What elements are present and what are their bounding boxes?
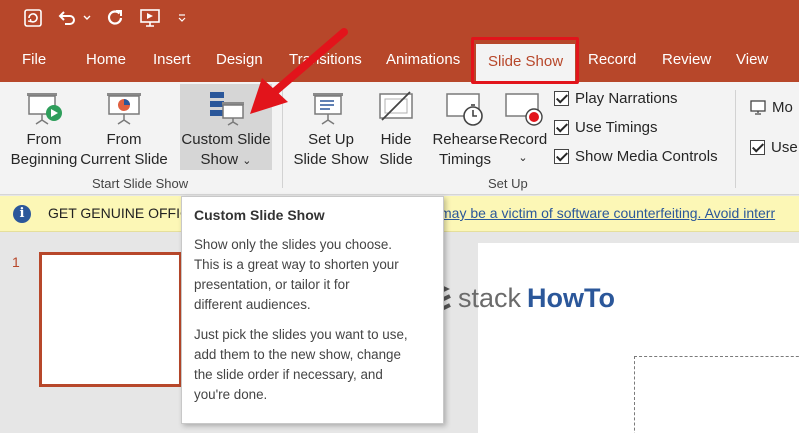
warning-message-link[interactable]: may be a victim of software counterfeiti… — [440, 205, 775, 221]
from-current-label-1: From — [106, 131, 142, 148]
set-up-group-label: Set Up — [488, 176, 528, 191]
use-presenter-view-label: Use — [771, 138, 798, 156]
from-beginning-icon — [27, 93, 62, 125]
custom-slide-show-label-2: Show ⌄ — [180, 150, 272, 171]
quick-access-toolbar — [0, 0, 799, 38]
hide-slide-label-1: Hide — [380, 131, 412, 148]
tooltip-line: different audiences. — [194, 297, 311, 312]
rehearse-timings-button[interactable]: Rehearse Timings — [432, 88, 498, 173]
from-current-slide-icon — [107, 93, 141, 125]
tooltip-paragraph-1: Show only the slides you choose. This is… — [194, 235, 431, 315]
set-up-label-2: Slide Show — [293, 151, 369, 168]
record-chevron-icon: ⌄ — [518, 152, 528, 164]
show-media-controls-checkbox[interactable]: Show Media Controls — [554, 145, 718, 167]
slide-show-tab-highlight — [471, 37, 579, 84]
hide-slide-button[interactable]: Hide Slide — [372, 88, 420, 173]
tab-insert[interactable]: Insert — [153, 38, 191, 82]
present-icon[interactable] — [138, 6, 162, 30]
watermark-text-stack: stack — [458, 282, 522, 313]
annotation-arrow-icon — [250, 28, 348, 114]
slide-placeholder[interactable] — [634, 356, 799, 433]
custom-slide-show-label-2-text: Show — [200, 151, 239, 168]
checkbox-checked-icon — [554, 90, 569, 106]
tab-record[interactable]: Record — [588, 38, 636, 82]
checkbox-checked-icon — [554, 148, 569, 164]
rehearse-timings-icon — [446, 93, 483, 126]
tooltip-title: Custom Slide Show — [194, 207, 325, 223]
rehearse-label-2: Timings — [439, 151, 491, 168]
monitor-label: Mo — [772, 98, 793, 116]
group-separator — [735, 90, 736, 188]
info-icon: i — [13, 205, 31, 223]
hide-slide-icon — [379, 91, 413, 121]
tab-review[interactable]: Review — [662, 38, 711, 82]
set-up-label-1: Set Up — [308, 131, 354, 148]
tooltip-line: the slide order if necessary, and — [194, 367, 383, 382]
use-timings-label: Use Timings — [575, 118, 658, 136]
custom-slide-show-tooltip: Custom Slide Show Show only the slides y… — [181, 196, 444, 424]
tooltip-line: presentation, or tailor it for — [194, 277, 350, 292]
tab-home[interactable]: Home — [86, 38, 126, 82]
from-current-slide-button[interactable]: From Current Slide — [80, 88, 168, 173]
tooltip-line: Show only the slides you choose. — [194, 237, 393, 252]
monitor-icon — [750, 100, 766, 115]
from-beginning-label-2: Beginning — [10, 151, 78, 168]
from-beginning-label-1: From — [26, 131, 62, 148]
use-timings-checkbox[interactable]: Use Timings — [554, 116, 658, 138]
start-slide-show-group-label: Start Slide Show — [92, 176, 189, 191]
autosave-icon[interactable] — [22, 6, 44, 30]
play-narrations-checkbox[interactable]: Play Narrations — [554, 87, 678, 109]
tab-view[interactable]: View — [736, 38, 768, 82]
tooltip-line: add them to the new show, change — [194, 347, 401, 362]
chevron-down-icon: ⌄ — [242, 155, 252, 167]
tooltip-line: Just pick the slides you want to use, — [194, 327, 408, 342]
hide-slide-label-2: Slide — [379, 151, 413, 168]
checkbox-checked-icon — [750, 139, 765, 155]
tooltip-line: you're done. — [194, 387, 268, 402]
record-icon — [505, 93, 543, 126]
tab-animations[interactable]: Animations — [386, 38, 460, 82]
custom-slide-show-label-1: Custom Slide — [181, 131, 271, 148]
monitor-dropdown[interactable]: Mo — [750, 96, 793, 118]
ribbon-tabs: File Home Insert Design Transitions Anim… — [0, 38, 799, 82]
use-presenter-view-checkbox[interactable]: Use — [750, 136, 798, 158]
slide-number: 1 — [12, 254, 20, 270]
show-media-controls-label: Show Media Controls — [575, 147, 718, 165]
tab-file[interactable]: File — [22, 38, 46, 82]
record-button[interactable]: Record ⌄ — [498, 88, 548, 173]
warning-title: GET GENUINE OFFIC — [48, 205, 191, 221]
rehearse-label-1: Rehearse — [432, 131, 498, 148]
from-beginning-button[interactable]: From Beginning — [6, 88, 82, 173]
from-current-label-2: Current Slide — [80, 151, 168, 168]
slide-thumbnail[interactable] — [39, 252, 182, 387]
redo-icon[interactable] — [104, 6, 126, 30]
checkbox-checked-icon — [554, 119, 569, 135]
record-label: Record — [498, 131, 548, 148]
undo-icon[interactable] — [56, 6, 78, 30]
play-narrations-label: Play Narrations — [575, 89, 678, 107]
undo-dropdown-icon[interactable] — [82, 6, 92, 30]
customize-qat-icon[interactable] — [176, 6, 188, 30]
tooltip-paragraph-2: Just pick the slides you want to use, ad… — [194, 325, 431, 405]
watermark-text-howto: HowTo — [527, 282, 616, 313]
tooltip-line: This is a great way to shorten your — [194, 257, 399, 272]
